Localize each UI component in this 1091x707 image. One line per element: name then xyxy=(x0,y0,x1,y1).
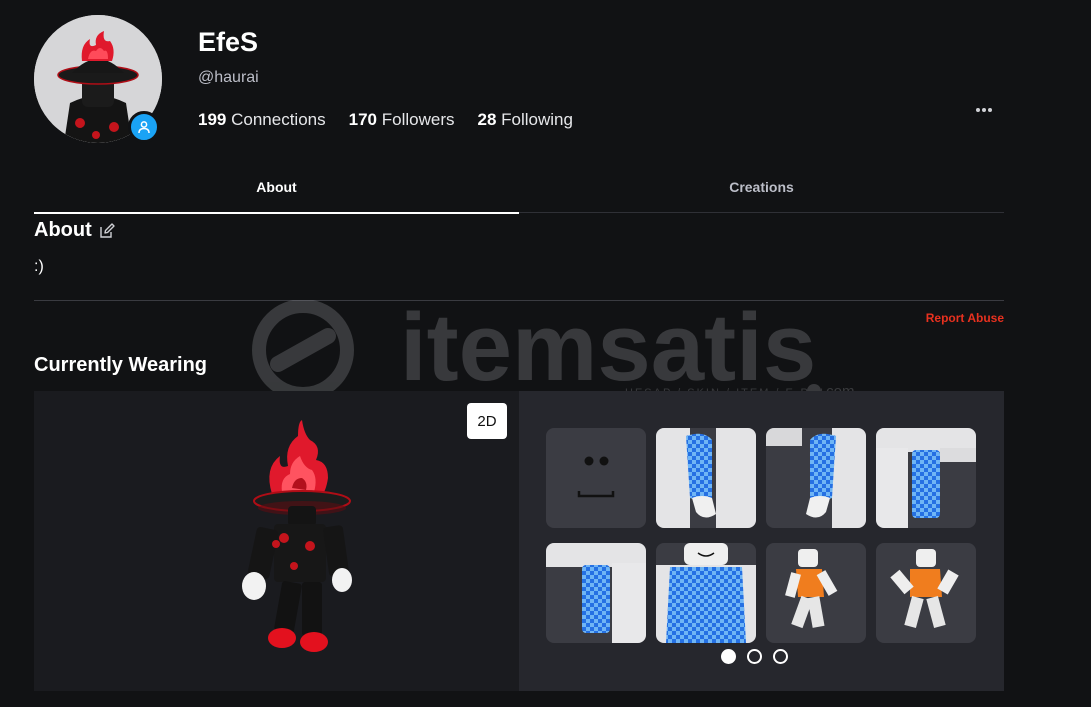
following-count: 28 xyxy=(477,110,497,129)
tab-creations[interactable]: Creations xyxy=(519,168,1004,212)
left-leg-thumbnail xyxy=(546,543,646,643)
torso-thumbnail xyxy=(656,543,756,643)
items-pager xyxy=(721,649,788,664)
display-name: EfeS xyxy=(198,27,259,57)
right-arm-thumbnail xyxy=(656,428,756,528)
following-label: Following xyxy=(501,110,573,129)
connections-label: Connections xyxy=(231,110,326,129)
right-leg-thumbnail xyxy=(876,428,976,528)
face-thumbnail xyxy=(577,456,615,498)
right-leg-item[interactable] xyxy=(876,428,976,528)
profile-stats: 199 Connections 170 Followers 28 Followi… xyxy=(198,110,573,130)
about-description: :) xyxy=(34,258,44,275)
left-arm-thumbnail xyxy=(766,428,866,528)
connections-link[interactable]: 199 Connections xyxy=(198,110,326,130)
currently-wearing-title: Currently Wearing xyxy=(34,354,207,376)
view-mode-toggle[interactable]: 2D xyxy=(467,403,507,439)
ellipsis-icon xyxy=(976,108,992,112)
avatar-viewer: 2D xyxy=(34,391,519,691)
pager-dot-1[interactable] xyxy=(721,649,736,664)
face-item[interactable] xyxy=(546,428,646,528)
tab-about[interactable]: About xyxy=(34,168,519,214)
animation-item-2[interactable] xyxy=(876,543,976,643)
username: @haurai xyxy=(198,69,259,86)
user-icon xyxy=(138,121,150,134)
torso-item[interactable] xyxy=(656,543,756,643)
pager-dot-3[interactable] xyxy=(773,649,788,664)
animation-item-1[interactable] xyxy=(766,543,866,643)
watermark-logo: itemsatis HESAP / SKIN / ITEM / E-PIN .c… xyxy=(252,300,855,400)
avatar[interactable] xyxy=(34,15,162,143)
profile-tabs: About Creations xyxy=(34,168,1004,214)
more-options-button[interactable] xyxy=(968,98,1000,122)
right-arm-item[interactable] xyxy=(656,428,756,528)
wearing-items-panel xyxy=(519,391,1004,691)
followers-label: Followers xyxy=(381,110,455,129)
about-title: About xyxy=(34,219,92,241)
presence-badge xyxy=(128,111,160,143)
animation-2-thumbnail xyxy=(890,549,959,629)
section-divider xyxy=(34,300,1004,301)
left-leg-item[interactable] xyxy=(546,543,646,643)
watermark-brand: itemsatis xyxy=(400,300,816,400)
report-abuse-link[interactable]: Report Abuse xyxy=(904,311,1004,325)
about-heading: About xyxy=(34,219,115,242)
animation-1-thumbnail xyxy=(785,549,838,629)
edit-icon[interactable] xyxy=(99,222,115,239)
following-link[interactable]: 28 Following xyxy=(477,110,572,130)
profile-page: EfeS @haurai 199 Connections 170 Followe… xyxy=(0,0,1091,707)
avatar-figure xyxy=(242,420,352,652)
followers-link[interactable]: 170 Followers xyxy=(349,110,455,130)
pager-dot-2[interactable] xyxy=(747,649,762,664)
left-arm-item[interactable] xyxy=(766,428,866,528)
connections-count: 199 xyxy=(198,110,227,129)
followers-count: 170 xyxy=(348,110,377,129)
